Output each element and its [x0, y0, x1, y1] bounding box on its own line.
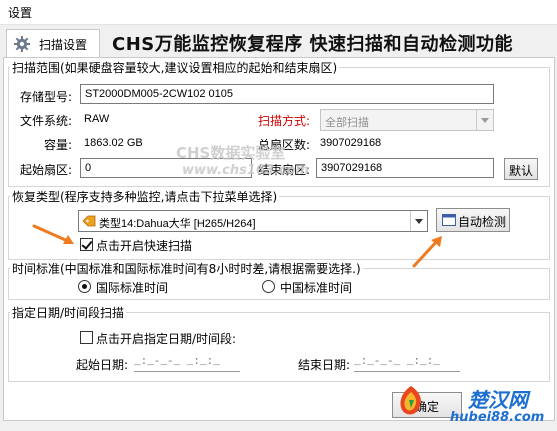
radio-international-time[interactable] [78, 280, 91, 293]
radio-china-time[interactable] [262, 280, 275, 293]
annotation-arrow-up-icon [412, 236, 442, 268]
scan-range-legend: 扫描范围(如果硬盘容量较大,建议设置相应的起始和结束扇区) [10, 59, 340, 76]
date-scan-checkbox[interactable] [80, 331, 93, 344]
filesystem-value: RAW [84, 113, 110, 125]
gear-icon [13, 35, 31, 53]
annotation-arrow-left-icon [32, 224, 74, 244]
start-date-field[interactable]: _:_-_-_ _:_:_ [134, 354, 240, 372]
auto-detect-label: 自动检测 [458, 215, 507, 229]
watermark-corner-url: hubei88.com [450, 410, 545, 425]
scan-method-value: 全部扫描 [325, 117, 369, 129]
international-time-label: 国际标准时间 [96, 281, 169, 295]
tag-icon [82, 215, 96, 227]
chevron-down-icon [476, 110, 493, 130]
window-title: 设置 [8, 6, 33, 20]
end-date-label: 结束日期: [298, 358, 351, 372]
china-time-label: 中国标准时间 [280, 281, 353, 295]
storage-model-label: 存储型号: [20, 90, 73, 104]
date-scan-legend: 指定日期/时间段扫描 [10, 304, 127, 321]
watermark-url: www.chs163.com [182, 163, 310, 178]
end-date-field[interactable]: _:_-_-_ _:_:_ [354, 354, 460, 372]
filesystem-label: 文件系统: [20, 114, 73, 128]
scan-method-select[interactable]: 全部扫描 [320, 109, 494, 131]
start-sector-label: 起始扇区: [20, 163, 73, 177]
watermark-text: CHS数据实验室 [176, 144, 286, 162]
window-icon [442, 214, 456, 226]
scan-method-label: 扫描方式: [258, 114, 311, 128]
total-sectors-value: 3907029168 [320, 137, 382, 149]
tab-label: 扫描设置 [39, 38, 88, 52]
watermark-corner-text: 楚汉网 [468, 388, 528, 412]
end-sector-field[interactable]: 3907029168 [316, 158, 494, 178]
chevron-down-icon [410, 211, 427, 231]
capacity-label: 容量: [43, 138, 72, 152]
promo-banner: CHS万能监控恢复程序 快速扫描和自动检测功能 [112, 34, 514, 55]
quick-scan-label: 点击开启快速扫描 [96, 239, 193, 253]
capacity-value: 1863.02 GB [84, 137, 143, 149]
recovery-type-value: 类型14:Dahua大华 [H265/H264] [99, 218, 256, 230]
quick-scan-checkbox[interactable] [80, 238, 93, 251]
default-button[interactable]: 默认 [504, 158, 538, 180]
auto-detect-button[interactable]: 自动检测 [436, 208, 510, 232]
recovery-type-legend: 恢复类型(程序支持多种监控,请点击下拉菜单选择) [10, 188, 280, 205]
title-bar: 设置 [0, 0, 557, 25]
storage-model-field[interactable]: ST2000DM005-2CW102 0105 [80, 84, 494, 104]
tab-scan-settings[interactable]: 扫描设置 [6, 29, 100, 58]
time-standard-legend: 时间标准(中国标准和国际标准时间有8小时时差,请根据需要选择.) [10, 260, 363, 277]
date-scan-enable-label: 点击开启指定日期/时间段: [96, 332, 237, 346]
watermark-logo-icon [396, 384, 426, 418]
recovery-type-select[interactable]: 类型14:Dahua大华 [H265/H264] [78, 210, 428, 232]
start-date-label: 起始日期: [76, 358, 129, 372]
